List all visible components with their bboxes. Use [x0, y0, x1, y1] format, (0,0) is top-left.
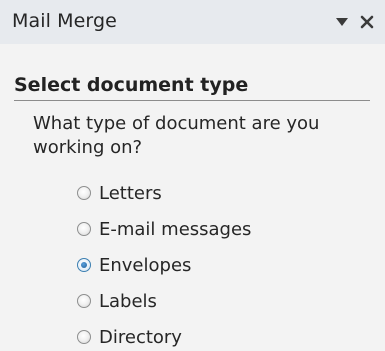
radio-button-icon[interactable]: [77, 258, 91, 272]
radio-label: Directory: [99, 326, 182, 348]
pane-title: Mail Merge: [12, 10, 117, 32]
pane-close-button[interactable]: [357, 12, 377, 32]
radio-button-icon[interactable]: [77, 186, 91, 200]
radio-button-icon[interactable]: [77, 222, 91, 236]
pane-titlebar: Mail Merge: [0, 0, 385, 44]
radio-option-directory[interactable]: Directory: [77, 319, 251, 351]
pane-options-button[interactable]: [333, 13, 351, 31]
radio-label: E-mail messages: [99, 218, 252, 240]
radio-option-labels[interactable]: Labels: [77, 283, 251, 319]
radio-option-email-messages[interactable]: E-mail messages: [77, 211, 251, 247]
radio-option-letters[interactable]: Letters: [77, 175, 251, 211]
radio-button-icon[interactable]: [77, 330, 91, 344]
section-divider: [14, 100, 370, 101]
mail-merge-pane: Mail Merge Select document type What typ…: [0, 0, 385, 351]
chevron-down-icon: [336, 18, 348, 26]
close-icon: [360, 15, 374, 29]
radio-label: Letters: [99, 182, 162, 204]
radio-button-icon[interactable]: [77, 294, 91, 308]
document-type-radio-group: Letters E-mail messages Envelopes Labels…: [77, 175, 251, 351]
radio-label: Envelopes: [99, 254, 192, 276]
radio-option-envelopes[interactable]: Envelopes: [77, 247, 251, 283]
radio-label: Labels: [99, 290, 157, 312]
document-type-question: What type of document are you working on…: [33, 113, 320, 158]
section-header: Select document type: [14, 74, 249, 96]
